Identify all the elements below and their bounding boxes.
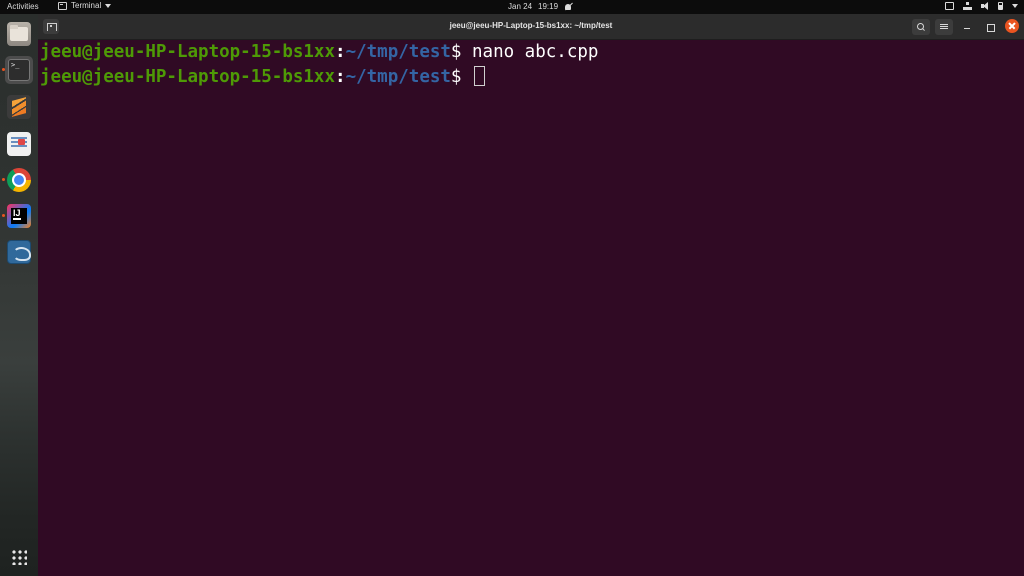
chrome-app-icon[interactable] [7, 168, 31, 192]
search-button[interactable] [912, 19, 930, 35]
window-title: jeeu@jeeu-HP-Laptop-15-bs1xx: ~/tmp/test [449, 21, 613, 30]
show-apps-grid-icon[interactable] [11, 549, 27, 565]
prompt-symbol: $ [450, 42, 472, 62]
battery-icon [998, 2, 1003, 10]
window-header-bar[interactable]: jeeu@jeeu-HP-Laptop-15-bs1xx: ~/tmp/test [38, 14, 1024, 40]
minimize-button[interactable] [960, 20, 974, 34]
app-menu[interactable]: Terminal [58, 1, 112, 10]
prompt-separator: : [335, 66, 346, 87]
terminal-output[interactable]: jeeu@jeeu-HP-Laptop-15-bs1xx:~/tmp/test$… [38, 40, 1024, 576]
notifications-muted-icon [564, 3, 572, 11]
maximize-button[interactable] [983, 20, 997, 34]
running-indicator [2, 178, 5, 181]
command-text: nano abc.cpp [472, 42, 599, 62]
screen-icon [945, 2, 954, 10]
app-menu-label: Terminal [71, 1, 102, 10]
date-label: Jan 24 [508, 2, 533, 11]
terminal-icon [58, 1, 67, 10]
text-editor-app-icon[interactable] [7, 132, 31, 156]
top-bar: Activities Terminal Jan 24 19:19 [0, 0, 1024, 14]
text-cursor [474, 65, 485, 86]
files-app-icon[interactable] [7, 22, 31, 46]
prompt-user-host: jeeu@jeeu-HP-Laptop-15-bs1xx [40, 66, 336, 87]
terminal-window: jeeu@jeeu-HP-Laptop-15-bs1xx: ~/tmp/test… [38, 14, 1024, 576]
mysql-workbench-app-icon[interactable] [7, 240, 31, 264]
dock [0, 14, 38, 576]
prompt-path: ~/tmp/test [345, 42, 451, 62]
clock[interactable]: Jan 24 19:19 [508, 2, 572, 11]
sublime-text-app-icon[interactable] [7, 95, 31, 119]
chevron-down-icon [105, 3, 112, 8]
prompt-separator: : [335, 42, 346, 62]
running-indicator [2, 214, 5, 217]
terminal-icon [8, 59, 30, 81]
volume-icon [981, 2, 989, 10]
chevron-down-icon [1012, 4, 1018, 8]
terminal-line: jeeu@jeeu-HP-Laptop-15-bs1xx:~/tmp/test$… [40, 40, 1024, 65]
prompt-symbol: $ [450, 66, 472, 87]
prompt-path: ~/tmp/test [345, 66, 451, 87]
close-button[interactable] [1005, 19, 1019, 33]
activities-button[interactable]: Activities [7, 2, 39, 11]
terminal-app-icon[interactable] [5, 56, 33, 84]
system-tray[interactable] [945, 2, 1018, 10]
time-label: 19:19 [538, 2, 559, 11]
intellij-app-icon[interactable] [7, 204, 31, 228]
sublime-logo-icon [12, 97, 26, 117]
hamburger-menu-button[interactable] [935, 19, 953, 35]
network-icon [963, 2, 972, 10]
terminal-line: jeeu@jeeu-HP-Laptop-15-bs1xx:~/tmp/test$ [40, 65, 1024, 90]
prompt-user-host: jeeu@jeeu-HP-Laptop-15-bs1xx [40, 42, 336, 62]
